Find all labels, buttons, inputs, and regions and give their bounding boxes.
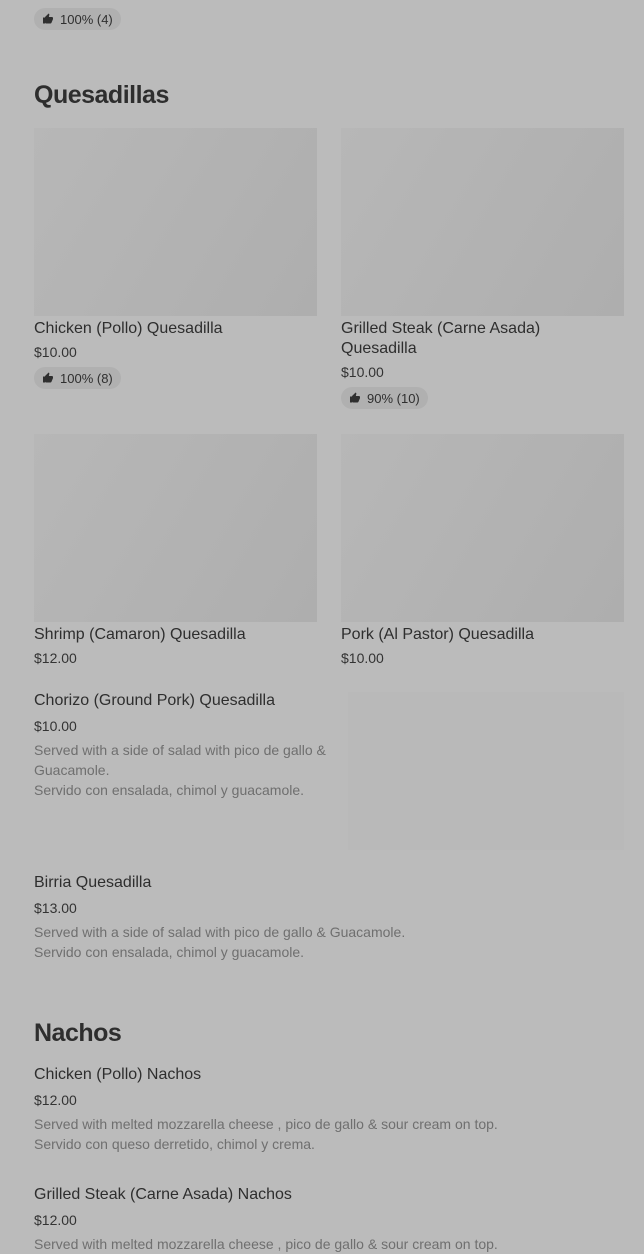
item-name: Chicken (Pollo) Nachos [34, 1066, 202, 1083]
item-price: $13.00 [34, 900, 77, 916]
item-price: $10.00 [341, 650, 384, 666]
item-name: Chorizo (Ground Pork) Quesadilla [34, 692, 275, 709]
item-image[interactable] [341, 434, 624, 622]
item-description-line: Served with melted mozzarella cheese , p… [34, 1116, 498, 1132]
item-name: Grilled Steak (Carne Asada) Nachos [34, 1186, 292, 1203]
rating-badge: 100% (4) [34, 8, 121, 30]
item-name: Pork (Al Pastor) Quesadilla [341, 626, 534, 643]
item-price: $10.00 [341, 364, 384, 380]
item-description-line: Servido con ensalada, chimol y guacamole… [34, 782, 305, 798]
item-image[interactable] [348, 692, 624, 850]
item-price: $10.00 [34, 718, 77, 734]
rating-text: 100% (4) [60, 11, 113, 27]
thumbs-up-icon [43, 372, 53, 383]
item-price: $12.00 [34, 1212, 77, 1228]
item-price: $12.00 [34, 650, 77, 666]
item-image[interactable] [34, 128, 317, 316]
item-description-line: Servido con queso derretido, chimol y cr… [34, 1136, 315, 1152]
rating-badge: 90% (10) [341, 387, 428, 409]
thumbs-up-icon [43, 13, 53, 24]
section-title-quesadillas: Quesadillas [34, 81, 169, 109]
item-name: Grilled Steak (Carne Asada) Quesadilla [341, 320, 541, 357]
rating-text: 90% (10) [367, 390, 420, 406]
rating-badge: 100% (8) [34, 367, 121, 389]
item-name: Chicken (Pollo) Quesadilla [34, 320, 223, 337]
item-name: Birria Quesadilla [34, 874, 152, 891]
item-description-line: Guacamole. [34, 762, 110, 778]
item-image[interactable] [341, 128, 624, 316]
item-description-line: Served with a side of salad with pico de… [34, 924, 406, 940]
item-image[interactable] [34, 434, 317, 622]
item-price: $12.00 [34, 1092, 77, 1108]
item-price: $10.00 [34, 344, 77, 360]
section-title-nachos: Nachos [34, 1019, 122, 1047]
item-description-line: Served with a side of salad with pico de… [34, 742, 326, 758]
thumbs-up-icon [350, 392, 360, 403]
rating-text: 100% (8) [60, 370, 113, 386]
item-description-line: Served with melted mozzarella cheese , p… [34, 1236, 498, 1252]
item-name: Shrimp (Camaron) Quesadilla [34, 626, 246, 643]
item-description-line: Servido con ensalada, chimol y guacamole… [34, 944, 305, 960]
